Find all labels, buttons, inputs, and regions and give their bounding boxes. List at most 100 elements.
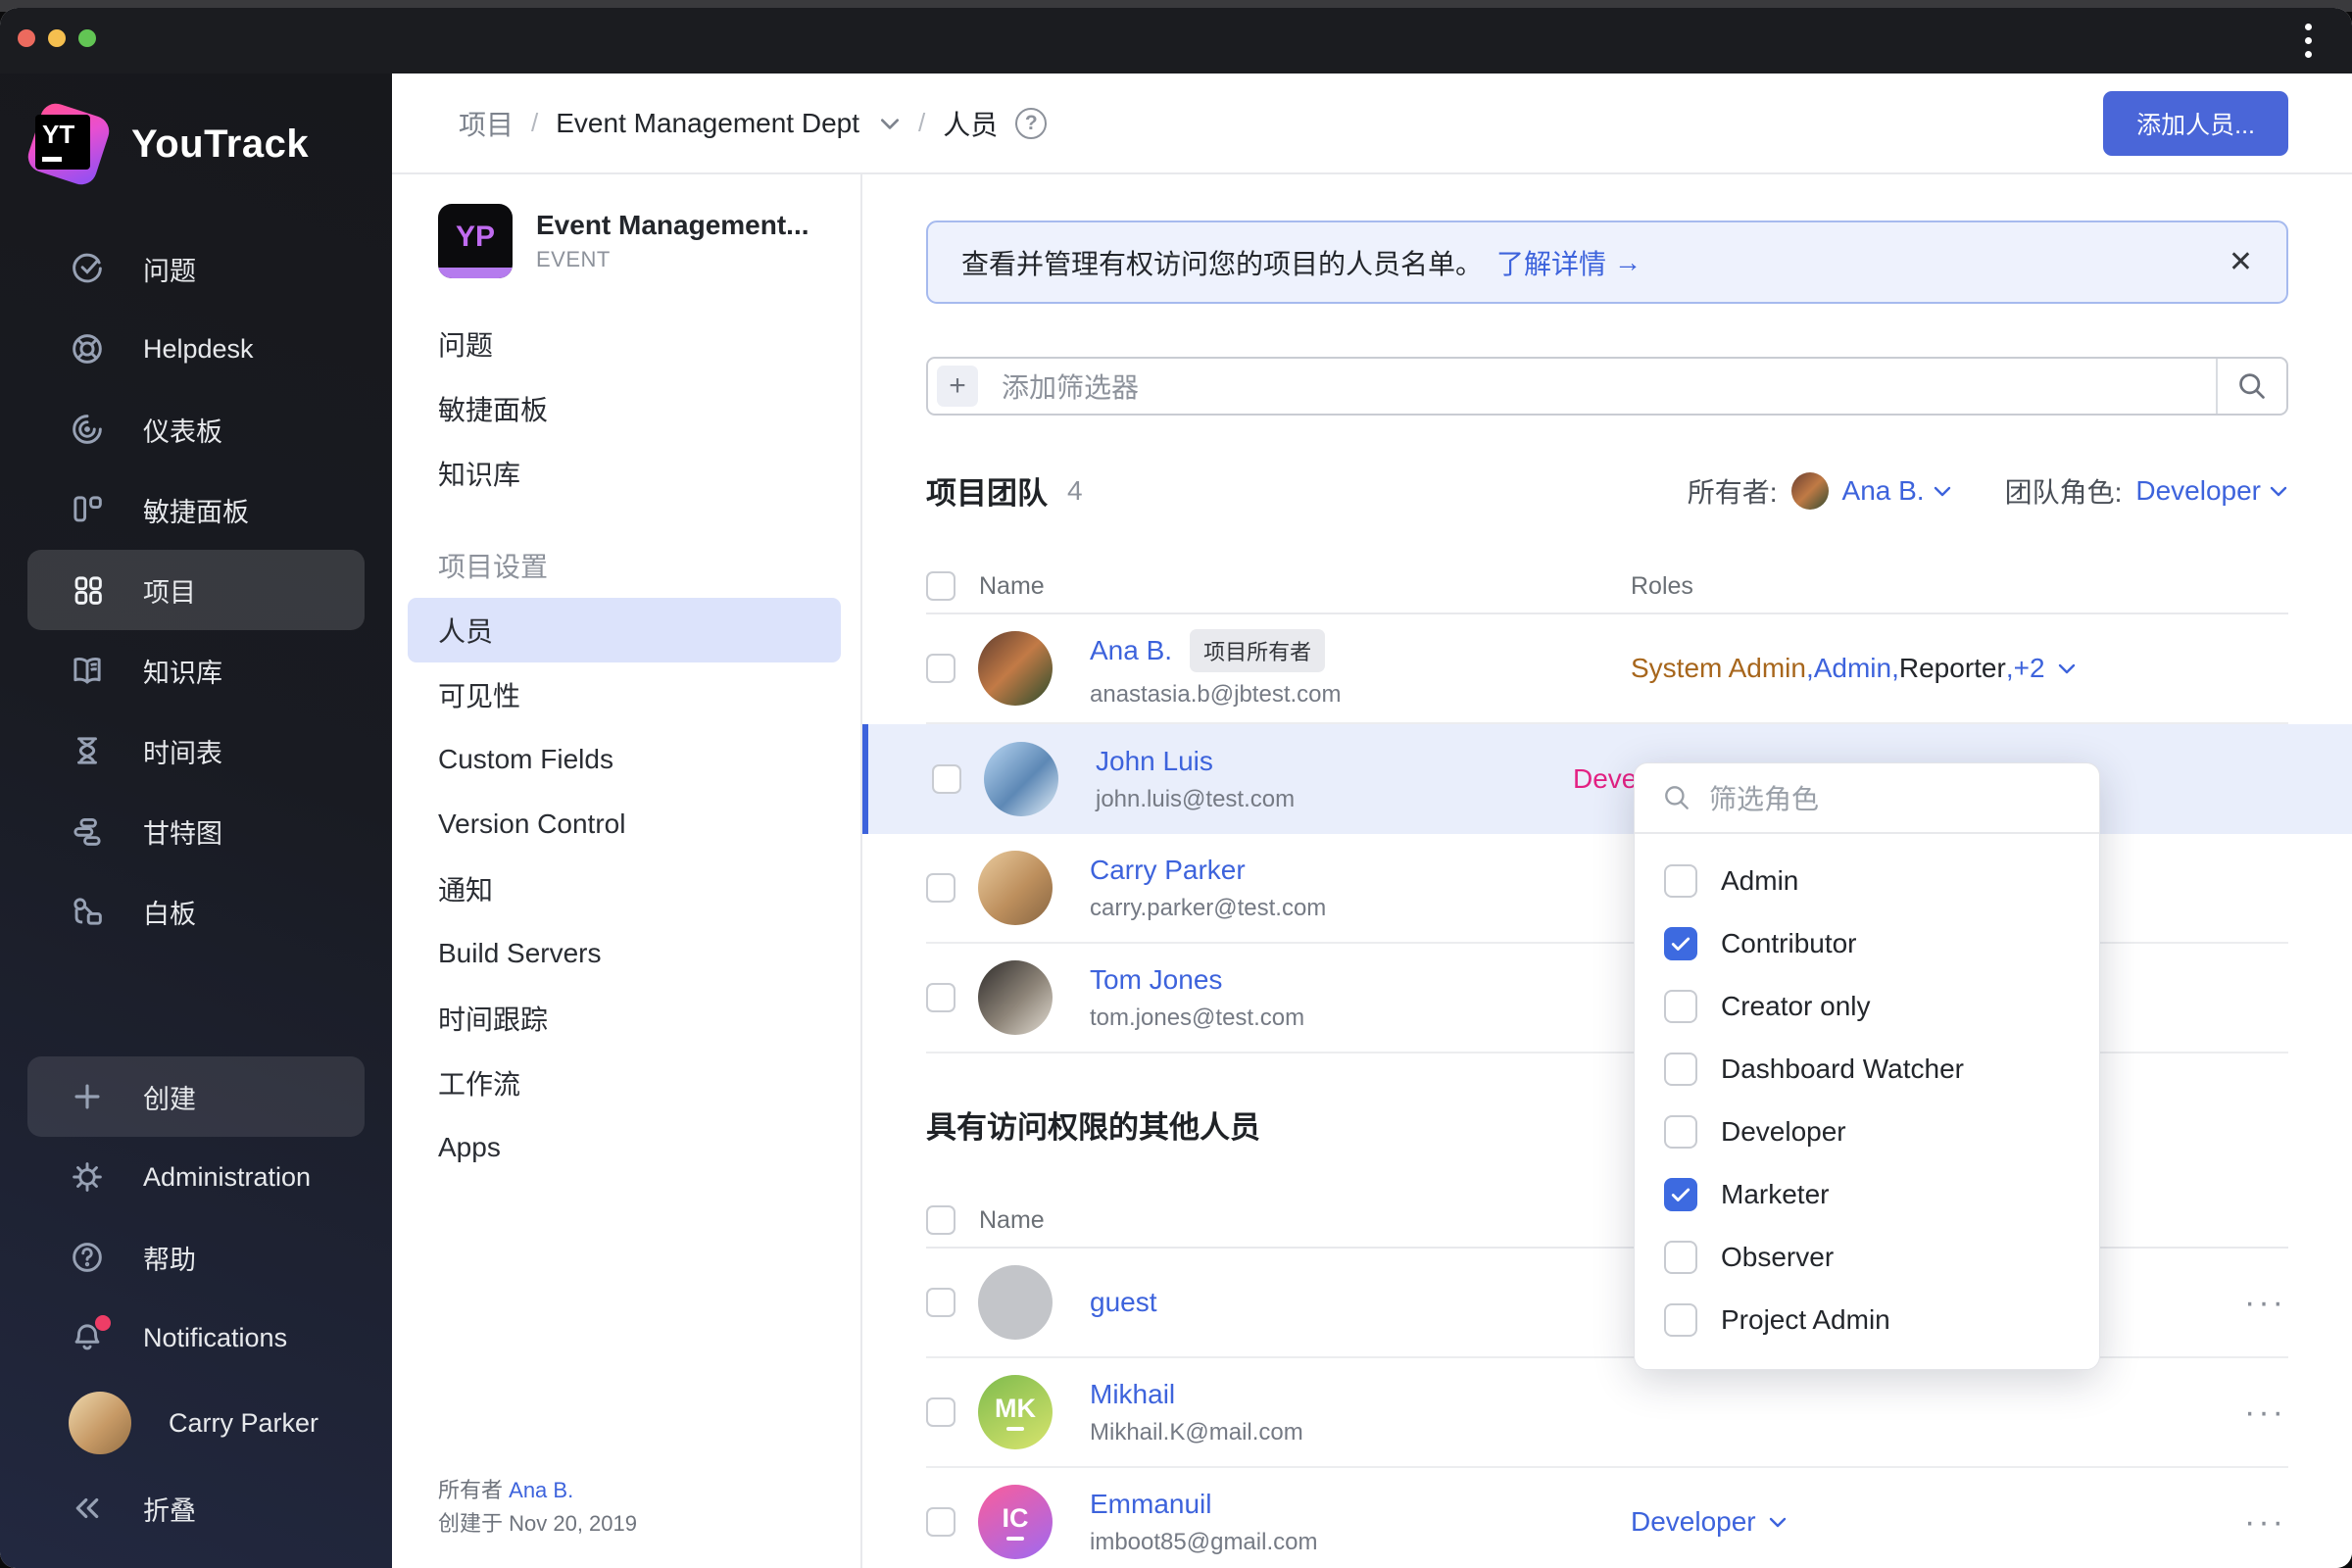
more-actions-icon[interactable]: ··· (2244, 1284, 2286, 1322)
row-checkbox[interactable] (926, 983, 956, 1012)
question-circle-icon (69, 1239, 106, 1276)
user-link[interactable]: Mikhail (1090, 1379, 1303, 1410)
traffic-lights (18, 29, 96, 47)
role-option-observer[interactable]: Observer (1635, 1226, 2099, 1289)
breadcrumb-projects[interactable]: 项目 (459, 104, 514, 143)
team-role-filter-value[interactable]: Developer (2135, 475, 2288, 507)
project-card[interactable]: YP Event Management... EVENT (438, 204, 860, 278)
project-nav-notifications[interactable]: 通知 (392, 857, 860, 921)
close-banner-icon[interactable]: ✕ (2229, 245, 2253, 279)
role-option-dashboard-watcher[interactable]: Dashboard Watcher (1635, 1038, 2099, 1101)
arrow-right-icon: → (1614, 246, 1642, 277)
sidebar-item-notifications[interactable]: Notifications (27, 1298, 365, 1378)
sidebar-item-gantt-charts[interactable]: 甘特图 (27, 791, 365, 871)
sidebar-item-projects[interactable]: 项目 (27, 550, 365, 630)
filter-input[interactable]: 添加筛选器 (1002, 367, 2216, 406)
project-nav-knowledge-base[interactable]: 知识库 (392, 441, 860, 506)
checkbox-unchecked-icon[interactable] (1664, 1115, 1697, 1149)
create-button[interactable]: 创建 (27, 1056, 365, 1137)
more-actions-icon[interactable]: ··· (2244, 1394, 2286, 1432)
project-nav-version-control[interactable]: Version Control (392, 792, 860, 857)
sidebar-item-label: 项目 (143, 577, 196, 608)
add-filter-icon[interactable]: + (937, 366, 978, 407)
role-option-project-admin[interactable]: Project Admin (1635, 1289, 2099, 1351)
row-checkbox[interactable] (926, 1507, 956, 1537)
chevron-down-icon (2057, 662, 2077, 675)
project-nav-time-tracking[interactable]: 时间跟踪 (392, 986, 860, 1051)
checkbox-unchecked-icon[interactable] (1664, 990, 1697, 1023)
sidebar-item-dashboards[interactable]: 仪表板 (27, 389, 365, 469)
checkbox-unchecked-icon[interactable] (1664, 1303, 1697, 1337)
role-option-admin[interactable]: Admin (1635, 850, 2099, 912)
sidebar-item-knowledge-base[interactable]: 知识库 (27, 630, 365, 710)
project-sidebar: YP Event Management... EVENT 问题 敏捷面板 知识库… (392, 174, 862, 1568)
select-all-checkbox[interactable] (926, 571, 956, 601)
dashboard-icon (69, 411, 106, 448)
sidebar-item-label: 仪表板 (143, 416, 222, 447)
owner-filter-value[interactable]: Ana B. (1842, 475, 1952, 507)
row-checkbox[interactable] (926, 654, 956, 683)
select-all-checkbox[interactable] (926, 1205, 956, 1235)
role-option-creator-only[interactable]: Creator only (1635, 975, 2099, 1038)
user-link[interactable]: guest (1090, 1287, 1157, 1318)
user-email: Mikhail.K@mail.com (1090, 1418, 1303, 1446)
filter-bar[interactable]: + 添加筛选器 (926, 357, 2288, 416)
learn-more-link[interactable]: 了解详情 (1496, 243, 1606, 282)
breadcrumb-project-name[interactable]: Event Management Dept (556, 108, 859, 139)
add-people-button[interactable]: 添加人员... (2103, 90, 2288, 156)
avatar (978, 851, 1053, 925)
more-actions-icon[interactable]: ··· (2244, 1503, 2286, 1542)
checkbox-checked-icon[interactable] (1664, 1178, 1697, 1211)
user-link[interactable]: Ana B. (1090, 635, 1172, 666)
roles-dropdown-trigger[interactable]: Developer (1631, 1506, 1788, 1538)
sidebar-item-label: Helpdesk (143, 333, 254, 364)
row-checkbox[interactable] (926, 1288, 956, 1317)
sidebar-item-profile[interactable]: Carry Parker (27, 1378, 365, 1468)
sidebar-item-administration[interactable]: Administration (27, 1137, 365, 1217)
user-link[interactable]: John Luis (1096, 746, 1295, 777)
search-icon[interactable] (2216, 359, 2286, 414)
sidebar-item-helpdesk[interactable]: Helpdesk (27, 309, 365, 389)
project-nav-apps[interactable]: Apps (392, 1115, 860, 1180)
checkbox-unchecked-icon[interactable] (1664, 1241, 1697, 1274)
checkbox-unchecked-icon[interactable] (1664, 1053, 1697, 1086)
project-nav-custom-fields[interactable]: Custom Fields (392, 727, 860, 792)
chevron-down-icon[interactable] (879, 116, 901, 131)
avatar: MK (978, 1375, 1053, 1449)
sidebar-item-whiteboards[interactable]: 白板 (27, 871, 365, 952)
sidebar-item-agile-boards[interactable]: 敏捷面板 (27, 469, 365, 550)
user-link[interactable]: Tom Jones (1090, 964, 1304, 996)
sidebar-item-timesheets[interactable]: 时间表 (27, 710, 365, 791)
role-option-contributor[interactable]: Contributor (1635, 912, 2099, 975)
project-nav-build-servers[interactable]: Build Servers (392, 921, 860, 986)
collapse-sidebar-button[interactable]: 折叠 (27, 1468, 365, 1548)
row-checkbox[interactable] (926, 1397, 956, 1427)
zoom-window-button[interactable] (78, 29, 96, 47)
project-nav-people[interactable]: 人员 (408, 598, 841, 662)
roles-dropdown-trigger[interactable]: System Admin, Admin, Reporter, +2 (1631, 653, 2077, 684)
project-nav-workflow[interactable]: 工作流 (392, 1051, 860, 1115)
project-key: EVENT (536, 247, 611, 271)
owner-link[interactable]: Ana B. (509, 1478, 573, 1502)
team-title: 项目团队 (926, 476, 1048, 511)
close-window-button[interactable] (18, 29, 35, 47)
checkbox-unchecked-icon[interactable] (1664, 864, 1697, 898)
user-link[interactable]: Emmanuil (1090, 1489, 1317, 1520)
team-role-filter-label: 团队角色: (2004, 476, 2123, 508)
project-nav-agile-board[interactable]: 敏捷面板 (392, 376, 860, 441)
project-nav-issues[interactable]: 问题 (392, 312, 860, 376)
minimize-window-button[interactable] (48, 29, 66, 47)
row-checkbox[interactable] (932, 764, 961, 794)
user-link[interactable]: Carry Parker (1090, 855, 1326, 886)
role-search-row[interactable]: 筛选角色 (1635, 763, 2099, 834)
checkbox-checked-icon[interactable] (1664, 927, 1697, 960)
sidebar-item-help[interactable]: 帮助 (27, 1217, 365, 1298)
project-nav-visibility[interactable]: 可见性 (392, 662, 860, 727)
window-menu-icon[interactable] (2303, 24, 2313, 58)
sidebar-item-issues[interactable]: 问题 (27, 228, 365, 309)
role-option-marketer[interactable]: Marketer (1635, 1163, 2099, 1226)
role-option-developer[interactable]: Developer (1635, 1101, 2099, 1163)
help-icon[interactable]: ? (1015, 107, 1048, 139)
row-checkbox[interactable] (926, 873, 956, 903)
role-search-input[interactable]: 筛选角色 (1709, 778, 1819, 817)
